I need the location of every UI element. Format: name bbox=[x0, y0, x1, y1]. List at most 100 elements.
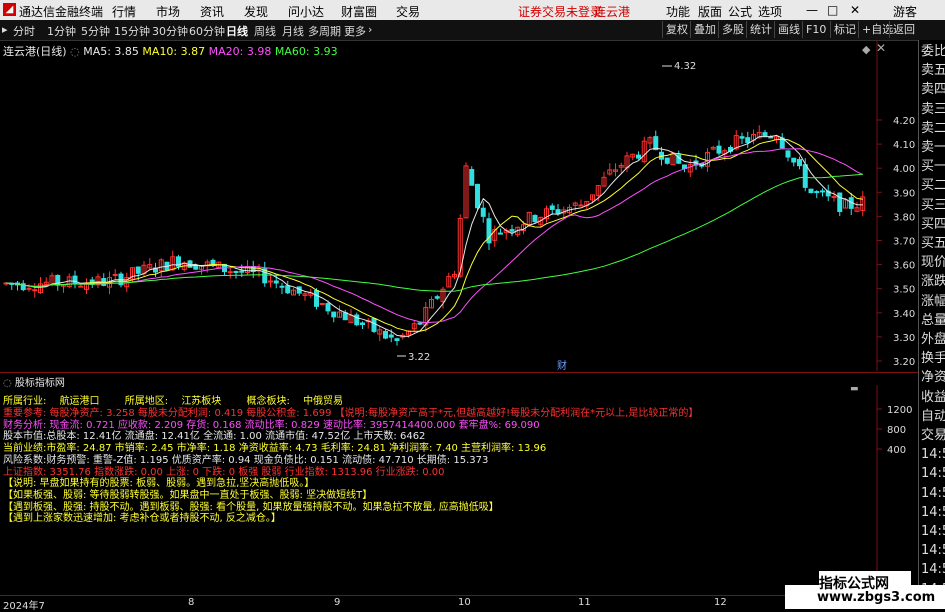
period-tab-intraday[interactable]: 分时 bbox=[13, 23, 35, 39]
minimize-icon[interactable]: — bbox=[806, 3, 818, 17]
candle-body bbox=[112, 273, 118, 276]
menu-item-ask[interactable]: 问小达 bbox=[288, 3, 324, 20]
close-icon[interactable]: ✕ bbox=[850, 3, 860, 17]
sidebar-item[interactable]: 买五 bbox=[921, 236, 945, 251]
sidebar-item[interactable]: 涨跌 bbox=[921, 274, 945, 289]
menu-item-trade[interactable]: 交易 bbox=[396, 3, 420, 20]
back-button[interactable]: 返回 bbox=[889, 21, 918, 38]
candle-body bbox=[469, 168, 475, 186]
sidebar-item[interactable]: 卖一 bbox=[921, 140, 945, 155]
price-tick-label: 3.20 bbox=[893, 357, 915, 368]
candle-body bbox=[78, 285, 84, 288]
period-tab-multi[interactable]: 多周期 bbox=[308, 23, 341, 39]
sidebar-item[interactable]: 委比 bbox=[921, 44, 945, 59]
sidebar-item[interactable]: 收益 bbox=[921, 390, 945, 405]
menu-item-discover[interactable]: 发现 bbox=[244, 3, 268, 20]
menu-item-news[interactable]: 资讯 bbox=[200, 3, 224, 20]
moving-averages bbox=[5, 134, 864, 337]
candle-body bbox=[785, 150, 791, 158]
sidebar-item[interactable]: 买一 bbox=[921, 159, 945, 174]
event-marker[interactable]: 财 bbox=[557, 359, 567, 371]
candle-body bbox=[664, 157, 670, 164]
candle-body bbox=[325, 303, 331, 312]
sidebar-item[interactable]: 14:56 bbox=[921, 543, 945, 558]
period-tab-monthly[interactable]: 月线 bbox=[282, 23, 304, 39]
candles bbox=[3, 125, 866, 346]
menu-item-market[interactable]: 市场 bbox=[156, 3, 180, 20]
menu-item-function[interactable]: 功能 bbox=[666, 3, 690, 20]
candle-body bbox=[227, 271, 233, 274]
restore-icon[interactable]: □ bbox=[827, 3, 838, 17]
multi-stock-button[interactable]: 多股 bbox=[718, 21, 747, 38]
sidebar-item[interactable]: 现价 bbox=[921, 255, 945, 270]
sidebar-item[interactable]: 14:56 bbox=[921, 466, 945, 481]
sidebar-item[interactable]: 换手 bbox=[921, 351, 945, 366]
panel-collapse-icon[interactable]: ▬ bbox=[850, 385, 859, 394]
sidebar-item[interactable]: 买二 bbox=[921, 178, 945, 193]
draw-line-button[interactable]: 画线 bbox=[774, 21, 803, 38]
sidebar-item[interactable]: 卖四 bbox=[921, 82, 945, 97]
sidebar-item[interactable]: 买三 bbox=[921, 198, 945, 213]
menu-item-formula[interactable]: 公式 bbox=[728, 3, 752, 20]
candle-body bbox=[360, 322, 365, 325]
sidebar-item[interactable]: 交易 bbox=[921, 428, 945, 443]
candlestick-chart[interactable]: 4.20 4.10 4.00 3.90 3.80 3.70 3.60 3.50 3.40 3.30… bbox=[0, 40, 918, 371]
candle-body bbox=[814, 191, 820, 194]
candle-body bbox=[480, 207, 486, 217]
low-price-label: 3.22 bbox=[408, 352, 430, 363]
mark-button[interactable]: 标记 bbox=[830, 21, 859, 38]
volume-tick-label: 1200 bbox=[887, 405, 912, 416]
period-tab-30min[interactable]: 30分钟 bbox=[152, 23, 188, 39]
sidebar-item[interactable]: 净资 bbox=[921, 370, 945, 385]
period-tab-daily[interactable]: 日线 bbox=[226, 23, 248, 39]
arrow-left-icon[interactable]: ▸ bbox=[2, 23, 8, 36]
candle-body bbox=[532, 214, 538, 223]
candle-body bbox=[388, 334, 394, 338]
date-tick: 2024年7 bbox=[3, 601, 45, 612]
stats-button[interactable]: 统计 bbox=[746, 21, 775, 38]
candle-body bbox=[739, 136, 745, 139]
sidebar-item[interactable]: 卖五 bbox=[921, 63, 945, 78]
user-label[interactable]: 游客 bbox=[893, 3, 917, 20]
sidebar-item[interactable]: 14:56 bbox=[921, 562, 945, 577]
ma20-line bbox=[5, 148, 864, 324]
period-tab-60min[interactable]: 60分钟 bbox=[189, 23, 225, 39]
period-tab-15min[interactable]: 15分钟 bbox=[114, 23, 150, 39]
adjust-button[interactable]: 复权 bbox=[662, 21, 691, 38]
candle-body bbox=[279, 285, 285, 288]
candle-body bbox=[26, 287, 32, 290]
sidebar-item[interactable]: 自动 bbox=[921, 409, 945, 424]
f10-button[interactable]: F10 bbox=[802, 21, 829, 38]
sidebar-item[interactable]: 总量 bbox=[921, 313, 945, 328]
sidebar-item[interactable]: 14:56 bbox=[921, 524, 945, 539]
period-tab-more[interactable]: 更多 bbox=[344, 23, 366, 39]
candle-body bbox=[434, 296, 440, 299]
menu-item-options[interactable]: 选项 bbox=[758, 3, 782, 20]
sidebar-item[interactable]: 买四 bbox=[921, 217, 945, 232]
volume-axis: 1200 800 400 bbox=[877, 405, 912, 456]
sidebar-item[interactable]: 涨幅 bbox=[921, 294, 945, 309]
menu-item-quotes[interactable]: 行情 bbox=[112, 3, 136, 20]
sidebar-item[interactable]: 卖三 bbox=[921, 102, 945, 117]
price-tick-label: 3.70 bbox=[893, 237, 915, 248]
sidebar-item[interactable]: 14:56 bbox=[921, 447, 945, 462]
price-tick-label: 4.00 bbox=[893, 164, 915, 175]
overlay-button[interactable]: 叠加 bbox=[690, 21, 719, 38]
menu-item-wealth[interactable]: 财富圈 bbox=[341, 3, 377, 20]
period-tab-1min[interactable]: 1分钟 bbox=[47, 23, 76, 39]
candle-body bbox=[549, 205, 555, 210]
sidebar-item[interactable]: 14:56 bbox=[921, 505, 945, 520]
panel-divider bbox=[0, 372, 918, 373]
app-name: 通达信金融终端 bbox=[19, 5, 104, 19]
period-tab-5min[interactable]: 5分钟 bbox=[81, 23, 110, 39]
period-tab-weekly[interactable]: 周线 bbox=[254, 23, 276, 39]
menu-item-layout[interactable]: 版面 bbox=[698, 3, 722, 20]
watermark: 指标公式网 www.zbgs3.com bbox=[785, 571, 945, 609]
sidebar-item[interactable]: 卖二 bbox=[921, 121, 945, 136]
candle-body bbox=[32, 289, 38, 292]
sidebar-item[interactable]: 14:56 bbox=[921, 486, 945, 501]
price-tick-label: 3.60 bbox=[893, 261, 915, 272]
chevron-right-icon[interactable]: › bbox=[368, 23, 372, 36]
candle-body bbox=[475, 183, 480, 209]
sidebar-item[interactable]: 外盘 bbox=[921, 332, 945, 347]
